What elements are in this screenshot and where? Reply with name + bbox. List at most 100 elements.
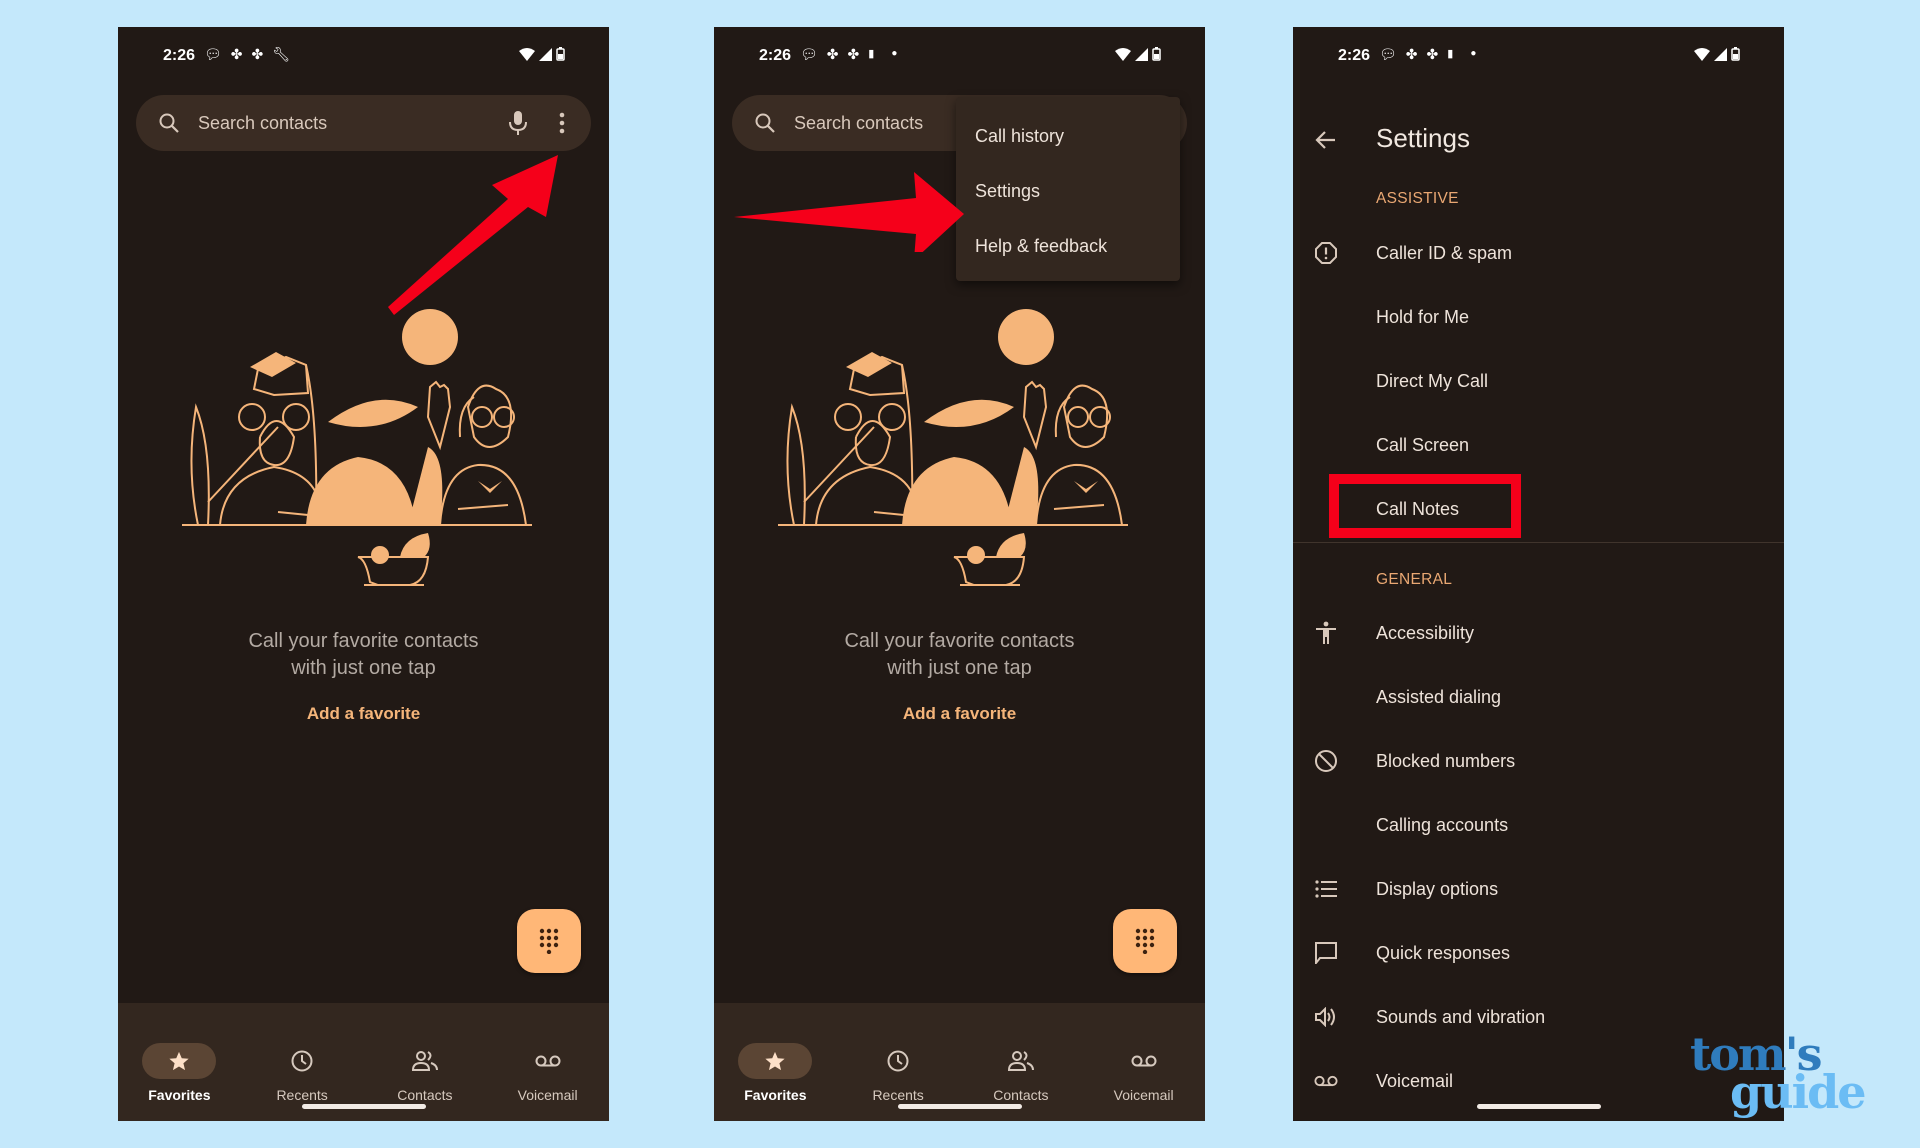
dialpad-button[interactable] <box>517 909 581 973</box>
nav-label: Recents <box>872 1087 924 1103</box>
menu-item-call-history[interactable]: Call history <box>956 109 1180 164</box>
nav-voicemail[interactable]: Voicemail <box>1082 1003 1205 1121</box>
section-header-assistive: ASSISTIVE <box>1376 190 1459 207</box>
people-icon <box>1007 1051 1034 1071</box>
settings-item-label: Hold for Me <box>1376 306 1470 327</box>
search-input[interactable]: Search contacts <box>198 113 507 134</box>
bottom-navigation: Favorites Recents Contacts Voicemail <box>714 1003 1205 1121</box>
battery-icon <box>1152 47 1161 61</box>
block-icon <box>1315 750 1337 772</box>
section-divider <box>1293 542 1784 543</box>
menu-item-help-feedback[interactable]: Help & feedback <box>956 219 1180 274</box>
message-icon: 💬︎ <box>204 46 222 62</box>
empty-state-line2: with just one tap <box>291 657 436 679</box>
page-title: Settings <box>1376 123 1470 153</box>
message-icon: 💬︎ <box>1379 46 1397 62</box>
home-indicator[interactable] <box>897 1104 1022 1109</box>
nav-label: Voicemail <box>1113 1087 1174 1103</box>
pinwheel-icon: ✤ <box>1405 46 1418 62</box>
home-indicator[interactable] <box>301 1104 426 1109</box>
nav-label: Favorites <box>744 1087 807 1103</box>
search-icon <box>755 113 775 133</box>
settings-item-label: Call Screen <box>1376 434 1470 455</box>
pinwheel-icon: ✤ <box>847 46 860 62</box>
pinwheel-icon: ✤ <box>1426 46 1439 62</box>
settings-item-label: Direct My Call <box>1376 370 1489 391</box>
nav-label: Contacts <box>397 1087 453 1103</box>
toms-guide-logo: tom's guide <box>1690 1031 1867 1119</box>
favorites-illustration <box>182 309 532 586</box>
settings-item-blocked-numbers[interactable]: Blocked numbers <box>1293 729 1784 793</box>
clock-icon <box>887 1050 909 1072</box>
add-favorite-button[interactable]: Add a favorite <box>714 704 1205 724</box>
empty-state-message: Call your favorite contacts with just on… <box>118 628 609 682</box>
favorites-illustration <box>778 309 1128 586</box>
section-header-general: GENERAL <box>1376 571 1453 588</box>
menu-item-settings[interactable]: Settings <box>956 164 1180 219</box>
settings-item-hold-for-me[interactable]: Hold for Me <box>1293 285 1784 349</box>
settings-item-label: Voicemail <box>1376 1070 1454 1091</box>
microphone-icon[interactable] <box>507 110 529 136</box>
back-arrow-icon[interactable] <box>1313 127 1339 153</box>
notification-dot-icon: ● <box>1470 48 1477 59</box>
voicemail-icon <box>1131 1055 1157 1067</box>
bottom-navigation: Favorites Recents Contacts Voicemail <box>118 1003 609 1121</box>
status-bar: 2:26 💬︎ ✤ ✤ ▮ ● <box>1293 27 1784 87</box>
accessibility-icon <box>1316 621 1336 644</box>
status-bar: 2:26 💬︎ ✤ ✤ ▮ ● <box>714 27 1205 87</box>
overflow-menu: Call history Settings Help & feedback <box>956 97 1180 281</box>
people-icon <box>411 1051 438 1071</box>
settings-item-display-options[interactable]: Display options <box>1293 857 1784 921</box>
phone-screen-settings: 2:26 💬︎ ✤ ✤ ▮ ● Settings ASSISTIVE Calle… <box>1293 27 1784 1121</box>
dialpad-icon <box>539 928 559 954</box>
star-icon <box>169 1051 189 1071</box>
message-icon: 💬︎ <box>800 46 818 62</box>
clock-icon <box>291 1050 313 1072</box>
battery-icon <box>1731 47 1740 61</box>
home-indicator[interactable] <box>1476 1104 1601 1109</box>
status-time: 2:26 <box>1338 47 1371 64</box>
app-bar: Settings <box>1293 111 1784 171</box>
nav-label: Voicemail <box>517 1087 578 1103</box>
nav-favorites[interactable]: Favorites <box>118 1003 241 1121</box>
annotation-arrow <box>388 155 558 315</box>
battery-icon <box>556 47 565 61</box>
signal-icon <box>1714 47 1727 61</box>
settings-item-direct-my-call[interactable]: Direct My Call <box>1293 349 1784 413</box>
settings-item-quick-responses[interactable]: Quick responses <box>1293 921 1784 985</box>
voicemail-icon <box>535 1055 561 1067</box>
app-notification-icon: ▮ <box>868 48 875 60</box>
nav-voicemail[interactable]: Voicemail <box>486 1003 609 1121</box>
wifi-icon <box>1694 47 1710 61</box>
settings-item-label: Assisted dialing <box>1376 686 1502 707</box>
settings-item-assisted-dialing[interactable]: Assisted dialing <box>1293 665 1784 729</box>
settings-item-call-screen[interactable]: Call Screen <box>1293 413 1784 477</box>
pinwheel-icon: ✤ <box>251 46 264 62</box>
settings-item-caller-id-spam[interactable]: Caller ID & spam <box>1293 221 1784 285</box>
nav-label: Recents <box>276 1087 328 1103</box>
logo-line2: guide <box>1730 1065 1867 1119</box>
more-vert-icon[interactable] <box>557 111 567 135</box>
nav-label: Favorites <box>148 1087 211 1103</box>
star-icon <box>765 1051 785 1071</box>
phone-screen-favorites: 2:26 💬︎ ✤ ✤ 🔧︎ Search contacts Call your… <box>118 27 609 1121</box>
settings-item-calling-accounts[interactable]: Calling accounts <box>1293 793 1784 857</box>
settings-item-accessibility[interactable]: Accessibility <box>1293 601 1784 665</box>
chat-bubble-icon <box>1315 942 1337 964</box>
nav-favorites[interactable]: Favorites <box>714 1003 837 1121</box>
wifi-icon <box>1115 47 1131 61</box>
dialpad-icon <box>1135 928 1155 954</box>
voicemail-icon <box>1314 1075 1338 1087</box>
status-time: 2:26 <box>759 47 792 64</box>
signal-icon <box>1135 47 1148 61</box>
pinwheel-icon: ✤ <box>826 46 839 62</box>
settings-item-label: Calling accounts <box>1376 814 1509 835</box>
status-time: 2:26 <box>163 47 196 64</box>
empty-state-line1: Call your favorite contacts <box>248 630 479 652</box>
speaker-icon <box>1315 1007 1335 1027</box>
wrench-icon: 🔧︎ <box>272 46 291 62</box>
pinwheel-icon: ✤ <box>230 46 243 62</box>
list-icon <box>1315 880 1337 898</box>
add-favorite-button[interactable]: Add a favorite <box>118 704 609 724</box>
dialpad-button[interactable] <box>1113 909 1177 973</box>
